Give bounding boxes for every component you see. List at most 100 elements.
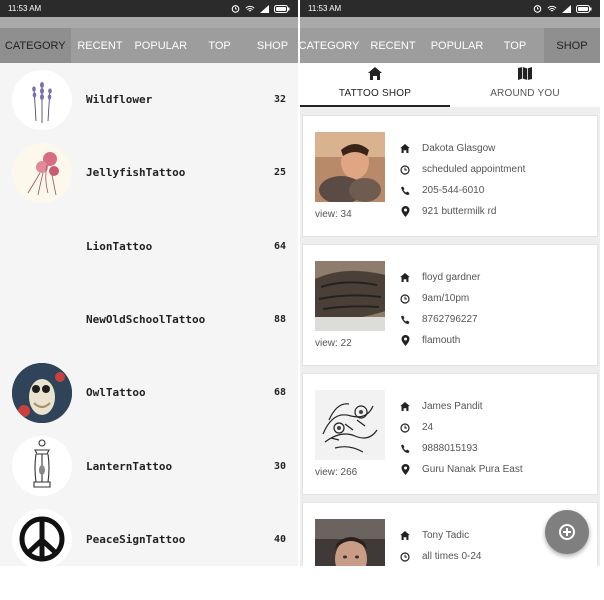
- subtab-label: TATTOO SHOP: [338, 88, 412, 99]
- shop-card[interactable]: view: 266 James Pandit 24 9888015193 Gur…: [302, 373, 598, 495]
- home-icon: [400, 144, 410, 153]
- phone-icon: [401, 315, 410, 324]
- subtab-spacer: [300, 107, 600, 115]
- shop-hours-row: all times 0-24: [399, 546, 481, 566]
- shop-list: view: 34 Dakota Glasgow scheduled appoin…: [300, 115, 600, 566]
- shop-phone: 9888015193: [422, 443, 478, 454]
- tab-recent[interactable]: RECENT: [358, 28, 428, 63]
- category-list: Wildflower 32 JellyfishTattoo 25 LionTat…: [0, 63, 298, 566]
- shop-photo: [315, 132, 385, 202]
- shop-name-row: James Pandit: [399, 396, 523, 417]
- shop-views: view: 266: [315, 467, 358, 478]
- category-row[interactable]: JellyfishTattoo 25: [0, 136, 298, 209]
- phone-icon: [401, 444, 410, 453]
- tab-shop[interactable]: SHOP: [544, 28, 600, 63]
- subtab-around-you[interactable]: AROUND YOU: [450, 63, 600, 107]
- category-screen: 11:53 AM CATEGORY RECENT POPULAR TOP SHO…: [0, 0, 298, 566]
- shop-hours: 24: [422, 422, 434, 433]
- category-row[interactable]: NewOldSchoolTattoo 88: [0, 283, 298, 356]
- shop-info: Dakota Glasgow scheduled appointment 205…: [399, 138, 525, 222]
- phone-icon: [401, 186, 410, 195]
- plus-circle-icon: [559, 524, 575, 540]
- shop-hours-row: scheduled appointment: [399, 159, 525, 180]
- category-thumbnail-peace-sign: [12, 509, 72, 566]
- shop-name: floyd gardner: [422, 272, 481, 283]
- shop-address: Guru Nanak Pura East: [422, 464, 523, 475]
- category-thumbnail-wildflower: [12, 69, 72, 130]
- wifi-icon: [245, 5, 255, 11]
- shop-address-row[interactable]: Guru Nanak Pura East: [399, 459, 523, 480]
- app-top-strip: [300, 17, 600, 28]
- wifi-icon: [547, 5, 557, 11]
- shop-photo: [315, 519, 385, 566]
- category-thumbnail-owl: [12, 362, 72, 423]
- tab-top[interactable]: TOP: [486, 28, 544, 63]
- category-count: 68: [273, 387, 286, 399]
- shop-address-row[interactable]: flamouth: [399, 330, 480, 351]
- category-name: JellyfishTattoo: [86, 166, 186, 180]
- shop-phone-row[interactable]: 8762796227: [399, 309, 480, 330]
- alarm-icon: [533, 5, 542, 13]
- tab-top[interactable]: TOP: [192, 28, 247, 63]
- tab-shop[interactable]: SHOP: [247, 28, 298, 63]
- tab-popular[interactable]: POPULAR: [428, 28, 486, 63]
- clock-icon: [400, 551, 410, 562]
- main-tab-bar: CATEGORY RECENT POPULAR TOP SHOP: [0, 28, 298, 63]
- add-shop-fab[interactable]: [545, 510, 589, 554]
- location-pin-icon: [401, 206, 409, 217]
- battery-icon: [274, 4, 290, 13]
- category-name: LanternTattoo: [86, 459, 173, 473]
- clock-icon: [400, 422, 410, 433]
- status-time: 11:53 AM: [8, 4, 42, 13]
- home-icon: [400, 402, 410, 411]
- shop-hours-row: 24: [399, 417, 523, 438]
- signal-icon: [562, 4, 571, 13]
- shop-address: 921 buttermilk rd: [422, 206, 497, 217]
- category-name: OwlTattoo: [86, 386, 146, 400]
- category-row[interactable]: PeaceSignTattoo 40: [0, 503, 298, 566]
- tab-category[interactable]: CATEGORY: [0, 28, 71, 63]
- shop-card[interactable]: view: 22 floyd gardner 9am/10pm 87627962…: [302, 244, 598, 366]
- shop-name: Tony Tadic: [422, 530, 470, 541]
- shop-card[interactable]: view: 34 Dakota Glasgow scheduled appoin…: [302, 115, 598, 237]
- tab-category[interactable]: CATEGORY: [300, 28, 359, 63]
- category-name: Wildflower: [86, 93, 153, 107]
- page-bottom-margin: [0, 566, 604, 600]
- shop-address: flamouth: [422, 335, 461, 346]
- alarm-icon: [231, 5, 240, 13]
- shop-phone: 8762796227: [422, 314, 478, 325]
- category-count: 40: [273, 533, 286, 545]
- shop-screen: 11:53 AM CATEGORY RECENT POPULAR TOP SHO…: [300, 0, 600, 566]
- category-count: 30: [273, 460, 286, 472]
- shop-phone-row[interactable]: 205-544-6010: [399, 180, 525, 201]
- shop-name: James Pandit: [422, 401, 483, 412]
- shop-phone-row[interactable]: 9888015193: [399, 438, 523, 459]
- category-thumbnail-lantern: [12, 436, 72, 497]
- category-count: 25: [273, 167, 286, 179]
- category-row[interactable]: LionTattoo 64: [0, 210, 298, 283]
- status-icons: [533, 4, 592, 13]
- category-row[interactable]: Wildflower 32: [0, 63, 298, 136]
- category-row[interactable]: LanternTattoo 30: [0, 429, 298, 502]
- shop-name-row: floyd gardner: [399, 267, 480, 288]
- shop-info: Tony Tadic all times 0-24: [399, 525, 481, 566]
- category-thumbnail-lion: [12, 216, 72, 276]
- location-pin-icon: [401, 464, 409, 475]
- shop-photo: [315, 390, 385, 460]
- shop-subtab-bar: TATTOO SHOP AROUND YOU: [300, 63, 600, 107]
- shop-hours: scheduled appointment: [422, 164, 526, 175]
- shop-address-row[interactable]: 921 buttermilk rd: [399, 201, 525, 222]
- subtab-tattoo-shop[interactable]: TATTOO SHOP: [300, 63, 450, 107]
- home-icon: [368, 67, 382, 80]
- location-pin-icon: [401, 335, 409, 346]
- tab-recent[interactable]: RECENT: [71, 28, 130, 63]
- category-row[interactable]: OwlTattoo 68: [0, 356, 298, 429]
- category-thumbnail-new-old-school: [12, 290, 72, 350]
- shop-views: view: 34: [315, 209, 352, 220]
- status-time: 11:53 AM: [308, 4, 342, 13]
- category-count: 32: [273, 94, 286, 106]
- battery-icon: [576, 4, 592, 13]
- subtab-label: AROUND YOU: [490, 88, 560, 99]
- tab-popular[interactable]: POPULAR: [129, 28, 192, 63]
- map-icon: [518, 67, 532, 80]
